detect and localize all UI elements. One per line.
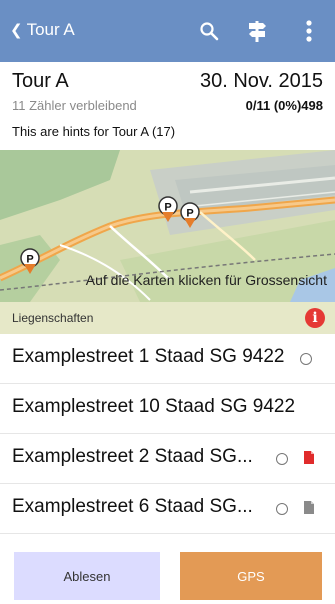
tour-hints[interactable]: This are hints for Tour A (17) [12,124,175,139]
svg-text:P: P [186,208,193,220]
chevron-left-icon: ❮ [10,22,23,39]
read-button[interactable]: Ablesen [14,552,160,600]
circle-outline-icon [276,503,288,515]
search-icon[interactable] [196,16,222,46]
info-icon-label: i [312,310,318,326]
map-caption: Auf die Karten klicken für Grossensicht [85,272,327,288]
property-list: Examplestreet 1 Staad SG 9422 Examplestr… [0,334,335,534]
map-view[interactable]: P P P Auf die Karten klicken für Grossen… [0,150,335,302]
tour-date: 30. Nov. 2015 [199,70,323,92]
svg-text:P: P [26,254,33,266]
list-item-label: Examplestreet 6 Staad SG... [12,496,253,517]
circle-outline-icon [276,453,288,465]
svg-text:P: P [164,202,171,214]
list-item[interactable]: Examplestreet 2 Staad SG... [0,434,335,484]
list-item[interactable]: Examplestreet 6 Staad SG... [0,484,335,534]
gps-button[interactable]: GPS [180,552,322,600]
list-item[interactable]: Examplestreet 1 Staad SG 9422 [0,334,335,384]
list-item-label: Examplestreet 1 Staad SG 9422 [12,346,285,367]
remaining-counters: 11 Zähler verbleibend [12,98,137,113]
tour-header: Tour A 30. Nov. 2015 11 Zähler verbleibe… [0,62,335,150]
document-grey-icon [304,501,314,514]
back-button[interactable]: ❮ Tour A [10,20,75,40]
footer-bar: Ablesen GPS [0,536,335,604]
signpost-icon[interactable] [244,16,270,46]
list-item-label: Examplestreet 2 Staad SG... [12,446,253,467]
tour-title: Tour A [12,70,69,92]
section-label: Liegenschaften [12,311,94,325]
info-icon[interactable]: i [305,308,325,328]
more-vert-icon[interactable] [296,16,322,46]
list-item[interactable]: Examplestreet 10 Staad SG 9422 [0,384,335,434]
progress-counter: 0/11 (0%)498 [245,98,323,113]
circle-outline-icon [300,353,312,365]
document-red-icon [304,451,314,464]
section-header: Liegenschaften i [0,302,335,334]
back-label: Tour A [26,20,75,39]
app-bar: ❮ Tour A [0,0,335,62]
list-item-label: Examplestreet 10 Staad SG 9422 [12,396,296,417]
